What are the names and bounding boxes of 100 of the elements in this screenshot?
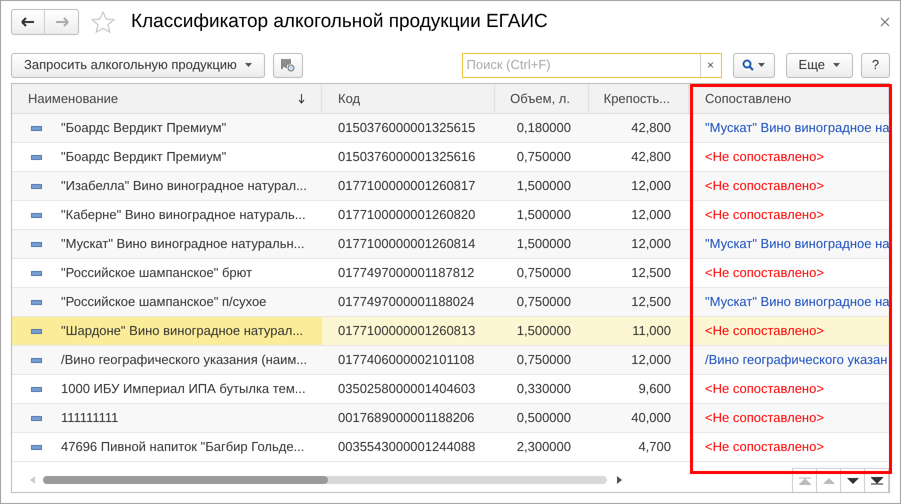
table-cell-text: 1,500000: [516, 177, 571, 196]
table-cell-text: "Изабелла" Вино виноградное натурал...: [61, 177, 307, 196]
table-cell-text: "Каберне" Вино виноградное натураль...: [61, 206, 306, 224]
back-arrow-icon: [21, 17, 35, 27]
search-icon: [742, 59, 754, 71]
up-arrow-icon: [798, 476, 810, 484]
table-cell-text: 40,000: [631, 409, 671, 428]
table-cell-text: 0017689000001188206: [338, 409, 474, 428]
item-icon: [31, 444, 42, 450]
table-cell-text: <Не сопоставлено>: [705, 148, 824, 166]
table-cell-text: /Вино географического указан: [705, 351, 888, 370]
table-cell-text: 0150376000001325616: [338, 148, 476, 166]
table-cell-text: 2,300000: [516, 438, 571, 456]
table-cell-text: 12,500: [631, 293, 671, 312]
column-header[interactable]: Наименование: [12, 84, 322, 113]
table-cell-text: 42,800: [631, 119, 671, 138]
table-cell-text: 0,180000: [516, 119, 571, 138]
item-icon: [31, 300, 42, 304]
table-cell-text: 42,800: [631, 148, 671, 166]
table-cell-text: "Российское шампанское" п/сухое: [61, 293, 266, 312]
column-header[interactable]: Объем, л.: [495, 84, 589, 113]
table-row[interactable]: "Изабелла" Вино виноградное натурал... 0177100000001260817 1,500000 12,000 <Не сопоставлено>: [12, 172, 889, 201]
table-cell-text: "Шардоне" Вино виноградное натурал...: [61, 322, 304, 340]
table-cell-text: 0177406000002101108: [338, 351, 474, 370]
table-cell-text: <Не сопоставлено>: [705, 322, 824, 340]
table-cell-text: 12,000: [631, 206, 671, 224]
up-arrow-icon: [822, 476, 834, 484]
table-cell-text: 1,500000: [516, 322, 571, 340]
column-header[interactable]: Сопоставлено: [689, 84, 889, 113]
more-button[interactable]: Еще: [786, 52, 853, 78]
horizontal-scrollbar[interactable]: [43, 476, 607, 484]
item-icon: [31, 126, 42, 130]
star-icon[interactable]: [91, 10, 115, 34]
item-icon: [31, 328, 42, 334]
item-icon: [31, 416, 42, 420]
table-cell-text: 47696 Пивной напиток "Багбир Гольде...: [61, 438, 304, 456]
item-icon: [31, 242, 42, 246]
scroll-right-icon[interactable]: [617, 476, 622, 484]
table-row[interactable]: 111111111 0017689000001188206 0,500000 40,000 <Не сопоставлено>: [12, 404, 889, 433]
table-cell-text: 9,600: [638, 380, 671, 398]
caret-icon: [244, 63, 252, 67]
column-header[interactable]: Код: [322, 84, 495, 113]
table-cell-text: 0177100000001260817: [338, 177, 476, 196]
table-cell-text: 12,500: [631, 264, 671, 282]
clear-search-button[interactable]: ×: [700, 54, 721, 76]
table-cell-text: 0,750000: [516, 351, 571, 370]
caret-icon: [833, 63, 840, 67]
table-cell-text: 1000 ИБУ Империал ИПА бутылка тем...: [61, 380, 306, 398]
table-cell-text: 0,500000: [516, 409, 571, 428]
table-row[interactable]: /Вино географического указания (наим... 0177406000002101108 0,750000 12,000 /Вино географического указан: [12, 346, 889, 375]
table-cell-text: 0035543000001244088: [338, 438, 476, 456]
table-cell-text: 1,500000: [516, 206, 571, 224]
item-icon: [31, 358, 42, 362]
table-cell-text: 0177100000001260820: [338, 206, 476, 224]
barcode-icon: [280, 57, 296, 73]
table-cell-text: 0177100000001260813: [338, 322, 476, 340]
table-cell-text: 11,000: [632, 322, 671, 340]
table-cell-text: 1,500000: [516, 235, 571, 254]
table-cell-text: <Не сопоставлено>: [705, 206, 824, 224]
table-cell-text: 0,750000: [516, 264, 571, 282]
table-cell-text: 0,330000: [516, 380, 571, 398]
table-cell-text: 0350258000001404603: [338, 380, 476, 398]
table-cell-text: 0177100000001260814: [338, 235, 476, 254]
table-row[interactable]: "Шардоне" Вино виноградное натурал... 0177100000001260813 1,500000 11,000 <Не сопоставлено>: [12, 317, 889, 346]
table-cell-text: "Российское шампанское" брют: [61, 264, 252, 282]
table-cell-text: 4,700: [638, 438, 671, 456]
item-icon: [31, 154, 42, 160]
caret-icon: [758, 63, 766, 67]
item-icon: [31, 184, 42, 188]
table-cell-text: 111111111: [61, 409, 118, 428]
table-cell-text: 12,000: [631, 177, 671, 196]
search-button[interactable]: [732, 52, 775, 78]
item-icon: [31, 270, 42, 276]
table-cell-text: 0,750000: [516, 293, 571, 312]
item-icon: [31, 212, 42, 218]
table-cell-text: 0177497000001188024: [338, 293, 474, 312]
barcode-search-button[interactable]: [272, 52, 303, 78]
column-header[interactable]: Крепость...: [589, 84, 689, 113]
close-icon[interactable]: [880, 17, 890, 27]
table-cell-text: <Не сопоставлено>: [705, 438, 824, 456]
table-cell-text: 12,000: [631, 235, 671, 254]
table-cell-text: 0,750000: [516, 148, 571, 166]
table-cell-text: "Мускат" Вино виноградное натуральн...: [61, 235, 305, 254]
request-button[interactable]: Запросить алкогольную продукцию: [11, 52, 265, 78]
table-cell-text: 0150376000001325615: [338, 119, 476, 138]
window-title: Классификатор алкогольной продукции ЕГАИС: [131, 10, 548, 34]
table-cell-text: 12,000: [631, 351, 671, 370]
table-cell-text: <Не сопоставлено>: [705, 409, 824, 428]
table-cell-text: <Не сопоставлено>: [705, 264, 824, 282]
down-arrow-icon: [870, 476, 882, 484]
item-icon: [31, 386, 42, 392]
table-cell-text: "Боардс Вердикт Премиум": [61, 148, 226, 166]
table-cell-text: 0177497000001187812: [338, 264, 474, 282]
forward-arrow-icon: [54, 17, 68, 27]
help-button[interactable]: ?: [861, 52, 890, 78]
table-cell-text: <Не сопоставлено>: [705, 177, 824, 196]
down-arrow-icon: [846, 476, 858, 484]
table-cell-text: /Вино географического указания (наим...: [61, 351, 308, 370]
search-field[interactable]: Поиск (Ctrl+F) ×: [462, 52, 722, 78]
table-cell-text: <Не сопоставлено>: [705, 380, 824, 398]
